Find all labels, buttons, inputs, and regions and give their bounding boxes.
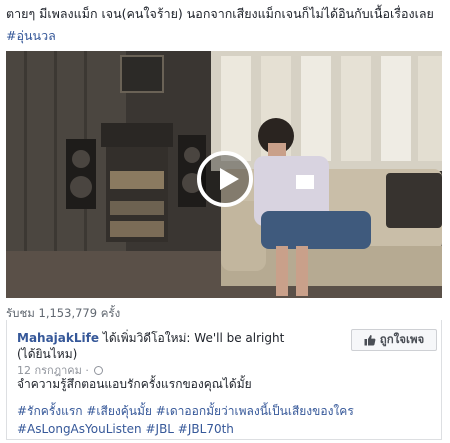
like-page-button[interactable]: ถูกใจเพจ (351, 329, 437, 351)
play-button[interactable] (197, 151, 253, 207)
shared-post-card: MahajakLife ได้เพิ่มวิดีโอใหม่: We'll be… (6, 320, 442, 440)
caption-text: ตายๆ มีเพลงแม็ก เจน(คนใจร้าย) นอกจากเสีย… (6, 6, 434, 21)
like-page-label: ถูกใจเพจ (379, 332, 425, 346)
post-caption: ตายๆ มีเพลงแม็ก เจน(คนใจร้าย) นอกจากเสีย… (6, 3, 446, 47)
caption-hashtag[interactable]: #อุ่นนวล (6, 28, 56, 43)
globe-icon (94, 366, 104, 375)
page-name-link[interactable]: MahajakLife (17, 331, 99, 345)
thumbs-up-icon (364, 335, 376, 346)
hashtags-line-1[interactable]: #รักครั้งแรก #เสียงคุ้นมั้ย #เดาออกมั้ยว… (17, 402, 437, 420)
video-player[interactable] (6, 51, 442, 298)
hashtags-line-2[interactable]: #AsLongAsYouListen #JBL #JBL70th (17, 420, 437, 438)
post-header: MahajakLife ได้เพิ่มวิดีโอใหม่: We'll be… (17, 330, 317, 379)
post-hashtags: #รักครั้งแรก #เสียงคุ้นมั้ย #เดาออกมั้ยว… (17, 402, 437, 438)
play-icon (220, 168, 239, 190)
post-message: จำความรู้สึกตอนแอบรักครั้งแรกของคุณได้มั… (17, 377, 252, 391)
